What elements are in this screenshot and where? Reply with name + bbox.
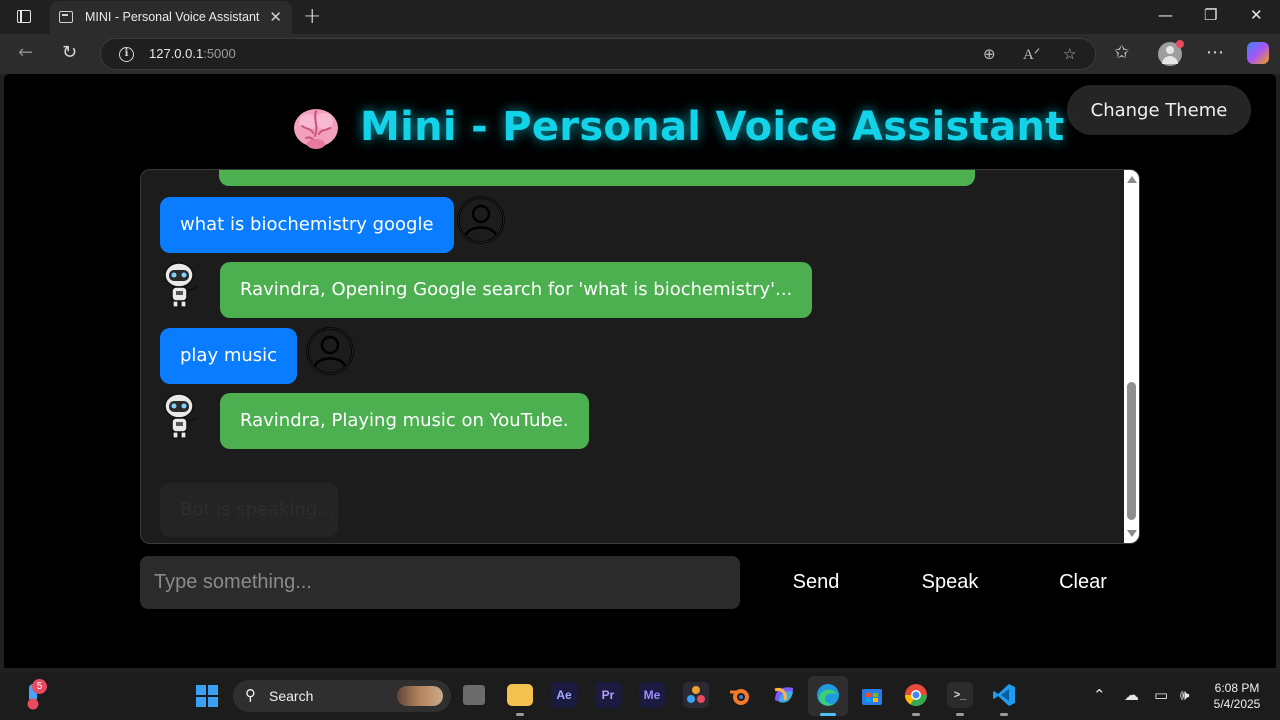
- tab-actions-icon[interactable]: [12, 8, 36, 26]
- scroll-down-icon[interactable]: [1127, 530, 1137, 537]
- tab-title: MINI - Personal Voice Assistant: [85, 10, 260, 24]
- favorites-icon[interactable]: ✩: [1114, 42, 1129, 63]
- premiere-pro-icon[interactable]: Pr: [595, 682, 621, 708]
- brain-icon: [294, 109, 338, 149]
- running-indicator: [516, 713, 524, 716]
- taskbar: 5 ⚲ Search Ae Pr Me >_ ⌃ ☁ ▭ 🕪 6:08 PM 5…: [0, 672, 1280, 720]
- show-hidden-icons-icon[interactable]: ⌃: [1093, 686, 1106, 704]
- change-theme-button[interactable]: Change Theme: [1067, 85, 1251, 135]
- close-window-icon[interactable]: ✕: [1250, 6, 1263, 24]
- scroll-up-icon[interactable]: [1127, 176, 1137, 183]
- search-icon: ⚲: [245, 686, 256, 704]
- edge-browser-icon[interactable]: [815, 682, 841, 708]
- search-highlight-image: [397, 686, 443, 706]
- network-icon[interactable]: ▭: [1154, 686, 1168, 704]
- windows-start-icon[interactable]: [196, 685, 218, 707]
- typing-indicator: Bot is speaking...: [160, 483, 338, 537]
- message-input[interactable]: [140, 556, 740, 609]
- favorite-star-icon[interactable]: ☆: [1063, 45, 1076, 63]
- blender-icon[interactable]: [727, 682, 753, 708]
- taskbar-search-label: Search: [269, 688, 314, 704]
- system-clock[interactable]: 6:08 PM 5/4/2025: [1204, 680, 1270, 712]
- new-tab-icon[interactable]: +: [303, 4, 321, 29]
- restore-icon[interactable]: ❐: [1204, 6, 1217, 24]
- app-title: Mini - Personal Voice Assistant: [360, 104, 1065, 150]
- bot-message: Ravindra, Opening Google search for 'wha…: [220, 262, 813, 318]
- running-indicator: [912, 713, 920, 716]
- microsoft-store-icon[interactable]: [859, 682, 885, 708]
- clear-button[interactable]: Clear: [1050, 564, 1116, 600]
- clock-date: 5/4/2025: [1213, 697, 1261, 711]
- back-icon[interactable]: ←: [18, 42, 33, 63]
- bot-avatar-icon: [164, 393, 198, 439]
- user-avatar-icon: [306, 327, 354, 375]
- browser-title-bar: MINI - Personal Voice Assistant ✕ + — ❐ …: [0, 0, 1280, 34]
- copilot-app-icon[interactable]: [771, 682, 797, 708]
- cloud-offline-icon[interactable]: ☁: [1124, 686, 1139, 704]
- user-avatar-icon: [457, 196, 505, 244]
- read-aloud-icon[interactable]: Aᐟ: [1023, 45, 1040, 64]
- more-menu-icon[interactable]: ⋯: [1206, 42, 1224, 63]
- davinci-resolve-icon[interactable]: [683, 682, 709, 708]
- scroll-thumb[interactable]: [1127, 382, 1136, 520]
- url-text: 127.0.0.1:5000: [149, 46, 236, 61]
- site-info-icon[interactable]: i: [119, 47, 134, 62]
- chat-window[interactable]: what is biochemistry google Ravindra, Op…: [140, 169, 1140, 544]
- reload-icon[interactable]: ↻: [62, 42, 77, 63]
- task-view-icon[interactable]: [463, 685, 485, 705]
- address-bar[interactable]: i 127.0.0.1:5000 ⊕ Aᐟ ☆: [100, 38, 1096, 70]
- tab-close-icon[interactable]: ✕: [269, 8, 282, 26]
- user-message: what is biochemistry google: [160, 197, 454, 253]
- minimize-icon[interactable]: —: [1158, 6, 1173, 24]
- zoom-icon[interactable]: ⊕: [983, 45, 996, 63]
- running-indicator: [1000, 713, 1008, 716]
- user-message: play music: [160, 328, 298, 384]
- bot-avatar-icon: [164, 262, 198, 308]
- speak-button[interactable]: Speak: [912, 564, 988, 600]
- profile-avatar-icon[interactable]: [1158, 40, 1184, 66]
- chat-scrollbar[interactable]: [1124, 170, 1139, 543]
- media-encoder-icon[interactable]: Me: [639, 682, 665, 708]
- page-heading: Mini - Personal Voice Assistant: [292, 104, 1064, 156]
- vscode-icon[interactable]: [991, 682, 1017, 708]
- bot-message: Ravindra, Playing music on YouTube.: [220, 393, 589, 449]
- notification-badge: 5: [32, 679, 47, 694]
- taskbar-search[interactable]: ⚲ Search: [233, 680, 451, 712]
- page-viewport: Change Theme Mini - Personal Voice Assis…: [4, 74, 1276, 668]
- terminal-icon[interactable]: >_: [947, 682, 973, 708]
- active-indicator: [820, 713, 836, 716]
- after-effects-icon[interactable]: Ae: [551, 682, 577, 708]
- browser-tab[interactable]: MINI - Personal Voice Assistant ✕: [50, 1, 292, 34]
- send-button[interactable]: Send: [781, 564, 851, 600]
- running-indicator: [956, 713, 964, 716]
- clock-time: 6:08 PM: [1214, 681, 1260, 695]
- file-explorer-icon[interactable]: [507, 684, 533, 706]
- copilot-icon[interactable]: [1247, 42, 1269, 64]
- chrome-icon[interactable]: [903, 682, 929, 708]
- browser-toolbar: ← ↻ i 127.0.0.1:5000 ⊕ Aᐟ ☆ ✩ ⋯: [0, 34, 1280, 74]
- volume-icon[interactable]: 🕪: [1180, 686, 1189, 704]
- tab-favicon-icon: [59, 11, 73, 23]
- bot-message-partial: [219, 170, 975, 186]
